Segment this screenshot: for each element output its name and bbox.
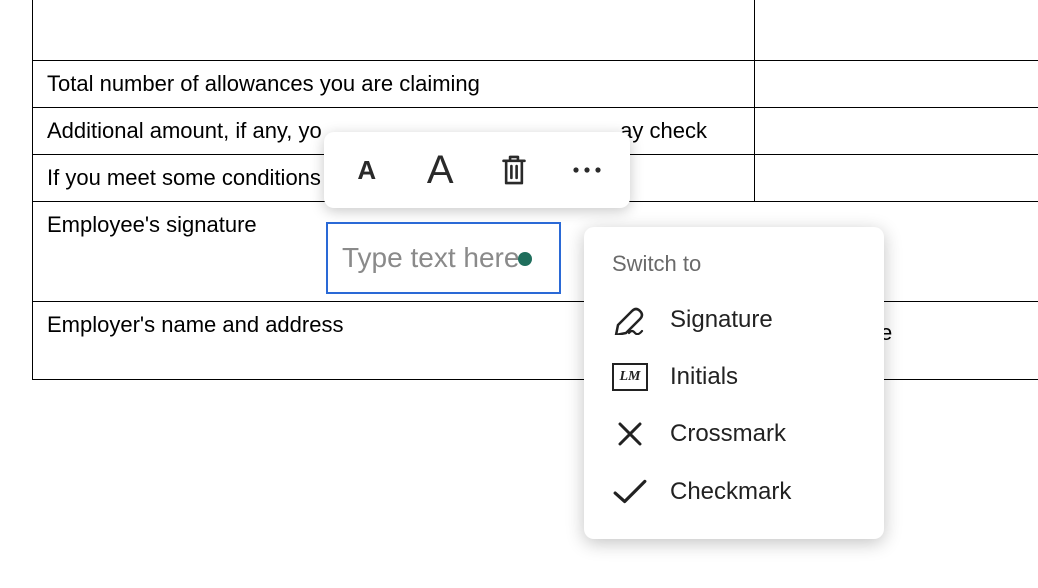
switch-item-initials[interactable]: LM Initials (584, 349, 884, 405)
switch-item-label: Crossmark (670, 420, 786, 448)
text-annotation-toolbar: A A (324, 132, 630, 208)
switch-item-label: Signature (670, 306, 773, 334)
switch-to-menu: Switch to Signature LM Initials Crossmar… (584, 227, 884, 539)
switch-menu-header: Switch to (584, 251, 884, 291)
initials-icon: LM (612, 363, 648, 391)
row-additional-value[interactable] (754, 107, 1038, 154)
switch-item-label: Checkmark (670, 478, 791, 506)
form-cell-note: your social security card, c (754, 0, 1038, 60)
row-allowances-label: Total number of allowances you are claim… (33, 60, 755, 107)
cursor-indicator (518, 252, 532, 266)
big-a-icon: A (427, 148, 454, 193)
row-conditions-value[interactable] (754, 154, 1038, 201)
text-input-placeholder: Type text here (342, 242, 519, 274)
switch-item-crossmark[interactable]: Crossmark (584, 405, 884, 463)
more-options-button[interactable] (556, 140, 618, 200)
initials-code: LM (620, 369, 641, 385)
small-a-icon: A (357, 155, 376, 186)
decrease-text-size-button[interactable]: A (336, 140, 398, 200)
signature-icon (612, 305, 648, 335)
switch-item-label: Initials (670, 363, 738, 391)
switch-item-signature[interactable]: Signature (584, 291, 884, 349)
additional-suffix: ay check (620, 118, 707, 143)
more-icon (572, 166, 602, 174)
delete-annotation-button[interactable] (483, 140, 545, 200)
trash-icon (498, 153, 530, 187)
row-allowances-value[interactable] (754, 60, 1038, 107)
increase-text-size-button[interactable]: A (409, 140, 471, 200)
checkmark-icon (612, 477, 648, 507)
crossmark-icon (612, 419, 648, 449)
switch-item-checkmark[interactable]: Checkmark (584, 463, 884, 521)
document-page: your social security card, c Total numbe… (0, 0, 1038, 588)
form-cell-blank (33, 0, 755, 60)
additional-prefix: Additional amount, if any, yo (47, 118, 322, 143)
